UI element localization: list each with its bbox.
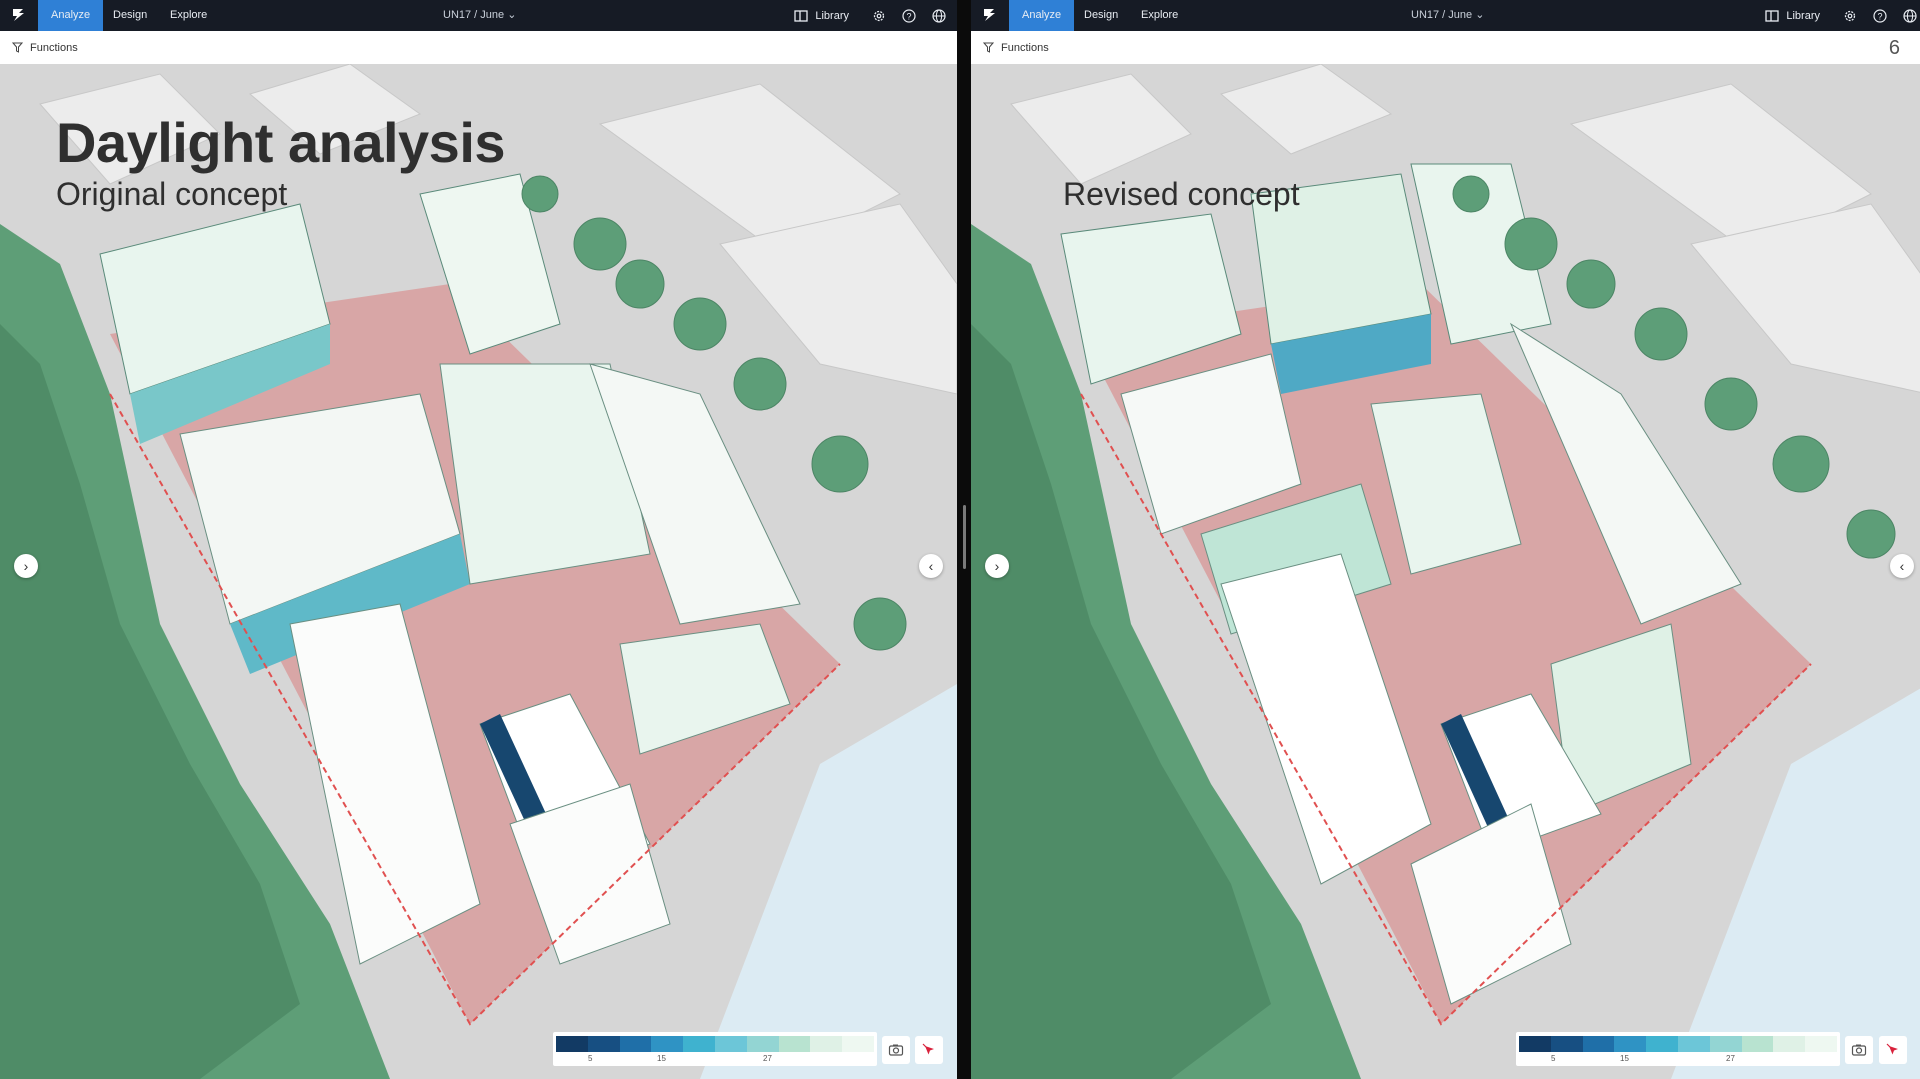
tab-analyze[interactable]: Analyze [1009,0,1075,31]
daylight-legend: 5 15 27 [1516,1032,1840,1066]
viewer-pane-right: Analyze Design Explore UN17 / June ⌄ Lib… [971,0,1920,1079]
svg-text:?: ? [906,11,911,21]
legend-tick: 5 [1551,1054,1556,1063]
filter-icon [12,42,23,53]
tab-explore[interactable]: Explore [157,0,220,31]
project-label: UN17 / June [1411,9,1473,21]
library-label: Library [815,9,849,22]
tab-explore[interactable]: Explore [1128,0,1191,31]
slide-subtitle: Revised concept [1063,176,1300,212]
project-selector[interactable]: UN17 / June ⌄ [1411,0,1484,31]
slide-subtitle: Original concept [56,176,288,212]
functions-label: Functions [30,41,78,54]
camera-icon [888,1044,904,1056]
chevron-left-icon[interactable]: ‹ [919,554,943,578]
settings-icon[interactable] [871,8,887,24]
map-3d-view[interactable] [0,64,957,1079]
camera-button[interactable] [1845,1036,1873,1064]
library-button[interactable]: Library [1764,8,1820,24]
legend-scale [556,1036,874,1052]
chevron-down-icon: ⌄ [1475,9,1485,21]
legend-tick: 27 [1726,1054,1735,1063]
library-label: Library [1786,9,1820,22]
chevron-left-icon[interactable]: ‹ [1890,554,1914,578]
svg-text:?: ? [1877,11,1882,21]
slide-title: Daylight analysis [56,111,506,174]
daylight-legend: 5 15 27 [553,1032,877,1066]
help-icon[interactable]: ? [1872,8,1888,24]
tab-analyze[interactable]: Analyze [38,0,104,31]
legend-tick: 15 [657,1054,666,1063]
functions-bar: Functions [0,31,957,64]
top-nav-bar: Analyze Design Explore UN17 / June ⌄ Lib… [971,0,1920,31]
globe-icon[interactable] [931,8,947,24]
legend-tick: 15 [1620,1054,1629,1063]
logo-icon[interactable] [979,4,1001,26]
functions-button[interactable]: Functions [12,31,78,64]
page-number: 6 [1888,37,1900,59]
pointer-button[interactable] [915,1036,943,1064]
camera-icon [1851,1044,1867,1056]
top-nav-bar: Analyze Design Explore UN17 / June ⌄ Lib… [0,0,957,31]
legend-tick: 27 [763,1054,772,1063]
library-icon [1765,9,1780,22]
tab-design[interactable]: Design [1071,0,1131,31]
project-selector[interactable]: UN17 / June ⌄ [443,0,516,31]
logo-icon[interactable] [8,4,30,26]
chevron-down-icon: ⌄ [507,9,517,21]
pointer-icon [1886,1043,1898,1055]
legend-tick: 5 [588,1054,593,1063]
globe-icon[interactable] [1902,8,1918,24]
camera-button[interactable] [882,1036,910,1064]
functions-label: Functions [1001,41,1049,54]
divider-grip[interactable] [963,505,966,569]
tab-design[interactable]: Design [100,0,160,31]
library-button[interactable]: Library [793,8,849,24]
settings-icon[interactable] [1842,8,1858,24]
project-label: UN17 / June [443,9,505,21]
filter-icon [983,42,994,53]
chevron-right-icon[interactable]: › [985,554,1009,578]
functions-bar: Functions 6 [971,31,1920,64]
legend-scale [1519,1036,1837,1052]
split-divider[interactable] [957,0,971,1079]
pointer-icon [922,1043,934,1055]
functions-button[interactable]: Functions [983,31,1049,64]
viewer-pane-left: Analyze Design Explore UN17 / June ⌄ Lib… [0,0,957,1079]
library-icon [794,9,809,22]
pointer-button[interactable] [1879,1036,1907,1064]
chevron-right-icon[interactable]: › [14,554,38,578]
help-icon[interactable]: ? [901,8,917,24]
map-3d-view[interactable] [971,64,1920,1079]
